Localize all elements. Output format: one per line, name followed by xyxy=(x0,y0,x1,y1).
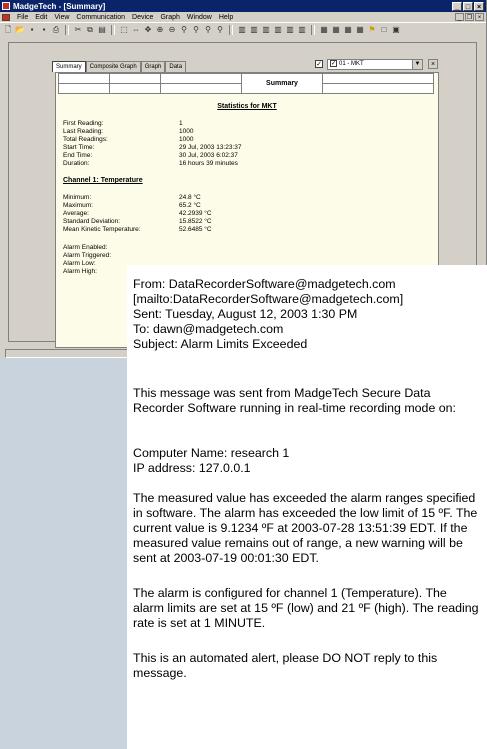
graph-4-icon[interactable]: ▥ xyxy=(273,25,283,35)
toolbar-separator xyxy=(311,24,315,35)
email-ip-address: IP address: 127.0.0.1 xyxy=(133,461,251,475)
menu-window[interactable]: Window xyxy=(187,14,212,21)
graph-2-icon[interactable]: ▥ xyxy=(249,25,259,35)
print-icon[interactable]: ⎙ xyxy=(51,25,61,35)
stat-row: Minimum: 24.8 °C xyxy=(63,194,201,201)
toolbar-separator xyxy=(229,24,233,35)
pan-icon[interactable]: ⇔ xyxy=(131,25,141,35)
toolbar-separator xyxy=(111,24,115,35)
tab-data[interactable]: Data xyxy=(165,61,187,72)
zoom-fit-icon[interactable]: ⚲ xyxy=(215,25,225,35)
doc-restore-button[interactable]: ❐ xyxy=(465,13,474,21)
stat-row: End Time: 30 Jul, 2003 6:02:37 xyxy=(63,152,238,159)
email-intro: This message was sent from MadgeTech Sec… xyxy=(133,386,457,415)
window-icon[interactable]: □ xyxy=(379,25,389,35)
stat-row: Maximum: 65.2 °C xyxy=(63,202,201,209)
tab-composite-graph[interactable]: Composite Graph xyxy=(85,61,141,72)
menu-edit[interactable]: Edit xyxy=(35,14,47,21)
zoom-y-icon[interactable]: ⚲ xyxy=(191,25,201,35)
graph-6-icon[interactable]: ▥ xyxy=(297,25,307,35)
menu-help[interactable]: Help xyxy=(219,14,233,21)
menu-view[interactable]: View xyxy=(54,14,69,21)
cut-icon[interactable]: ✂ xyxy=(73,25,83,35)
email-from: From: DataRecorderSoftware@madgetech.com xyxy=(133,277,396,291)
channel-select[interactable]: ✓ 01 - MKT ▼ xyxy=(327,59,423,70)
stat-row: Average: 42.2939 °C xyxy=(63,210,212,217)
copy-icon[interactable]: ⧉ xyxy=(85,25,95,35)
zoom-in-icon[interactable]: ⊕ xyxy=(155,25,165,35)
save-icon[interactable]: ▪ xyxy=(27,25,37,35)
alarm-row: Alarm Triggered: xyxy=(63,252,112,259)
zoom-box-icon[interactable]: ⚲ xyxy=(203,25,213,35)
stat-row: Duration: 16 hours 39 minutes xyxy=(63,160,238,167)
statistics-title: Statistics for MKT xyxy=(217,103,277,110)
report-header-title: Summary xyxy=(241,73,323,94)
stat-row: Standard Deviation: 15.8522 °C xyxy=(63,218,212,225)
email-subject: Subject: Alarm Limits Exceeded xyxy=(133,337,308,351)
email-config-body: The alarm is configured for channel 1 (T… xyxy=(133,586,479,630)
title-bar: MadgeTech - [Summary] _ □ × xyxy=(0,0,486,12)
email-alarm-body: The measured value has exceeded the alar… xyxy=(133,491,478,565)
document-controls: _ ❐ × xyxy=(455,13,484,21)
menu-device[interactable]: Device xyxy=(132,14,153,21)
toolbar: 🗋 📂 ▪ ▪ ⎙ ✂ ⧉ ▤ ⬚ ⇔ ✥ ⊕ ⊖ ⚲ ⚲ ⚲ ⚲ ▥ ▥ ▥ … xyxy=(0,22,486,37)
table-3-icon[interactable]: ▦ xyxy=(343,25,353,35)
menu-bar: File Edit View Communication Device Grap… xyxy=(0,12,486,22)
table-2-icon[interactable]: ▦ xyxy=(331,25,341,35)
tab-summary[interactable]: Summary xyxy=(52,61,86,72)
stat-row: First Reading: 1 xyxy=(63,120,183,127)
window-controls: _ □ × xyxy=(452,1,484,11)
toolbar-separator xyxy=(65,24,69,35)
app-icon[interactable] xyxy=(2,2,10,10)
report-header-table: Summary xyxy=(58,73,434,94)
table-1-icon[interactable]: ▦ xyxy=(319,25,329,35)
monitor-icon[interactable]: ▣ xyxy=(391,25,401,35)
close-icon[interactable]: × xyxy=(428,59,438,69)
email-computer-name: Computer Name: research 1 xyxy=(133,446,290,460)
menu-graph[interactable]: Graph xyxy=(160,14,179,21)
select-icon[interactable]: ⬚ xyxy=(119,25,129,35)
stat-row: Start Time: 29 Jul, 2003 13:23:37 xyxy=(63,144,242,151)
channel-section-title: Channel 1: Temperature xyxy=(63,177,143,184)
view-tabs: Summary Composite Graph Graph Data xyxy=(52,61,187,72)
chevron-down-icon[interactable]: ▼ xyxy=(412,60,422,69)
show-channel-checkbox[interactable]: ✓ xyxy=(315,60,323,68)
restore-button[interactable]: □ xyxy=(463,1,473,11)
flag-icon[interactable]: ⚑ xyxy=(367,25,377,35)
email-header: From: DataRecorderSoftware@madgetech.com… xyxy=(133,277,481,352)
email-to: To: dawn@madgetech.com xyxy=(133,322,284,336)
move-icon[interactable]: ✥ xyxy=(143,25,153,35)
close-button[interactable]: × xyxy=(474,1,484,11)
table-4-icon[interactable]: ▦ xyxy=(355,25,365,35)
new-icon[interactable]: 🗋 xyxy=(3,25,13,35)
menu-file[interactable]: File xyxy=(17,14,28,21)
zoom-out-icon[interactable]: ⊖ xyxy=(167,25,177,35)
channel-checkbox[interactable]: ✓ xyxy=(330,60,337,67)
minimize-button[interactable]: _ xyxy=(452,1,462,11)
email-mailto: [mailto:DataRecorderSoftware@madgetech.c… xyxy=(133,292,404,306)
document-icon[interactable] xyxy=(2,13,10,21)
channel-select-value: 01 - MKT xyxy=(339,61,364,68)
graph-1-icon[interactable]: ▥ xyxy=(237,25,247,35)
stat-row: Last Reading: 1000 xyxy=(63,128,194,135)
tab-graph[interactable]: Graph xyxy=(140,61,166,72)
window-title: MadgeTech - [Summary] xyxy=(13,1,106,11)
open-icon[interactable]: 📂 xyxy=(15,25,25,35)
doc-close-button[interactable]: × xyxy=(475,13,484,21)
stat-row: Mean Kinetic Temperature: 52.6485 °C xyxy=(63,226,212,233)
stat-row: Total Readings: 1000 xyxy=(63,136,194,143)
graph-3-icon[interactable]: ▥ xyxy=(261,25,271,35)
zoom-x-icon[interactable]: ⚲ xyxy=(179,25,189,35)
email-sent: Sent: Tuesday, August 12, 2003 1:30 PM xyxy=(133,307,358,321)
paste-icon[interactable]: ▤ xyxy=(97,25,107,35)
save-all-icon[interactable]: ▪ xyxy=(39,25,49,35)
doc-minimize-button[interactable]: _ xyxy=(455,13,464,21)
email-footer: This is an automated alert, please DO NO… xyxy=(133,651,438,680)
email-message: From: DataRecorderSoftware@madgetech.com… xyxy=(127,265,487,749)
graph-5-icon[interactable]: ▥ xyxy=(285,25,295,35)
alarm-row: Alarm Enabled: xyxy=(63,244,108,251)
menu-communication[interactable]: Communication xyxy=(76,14,125,21)
